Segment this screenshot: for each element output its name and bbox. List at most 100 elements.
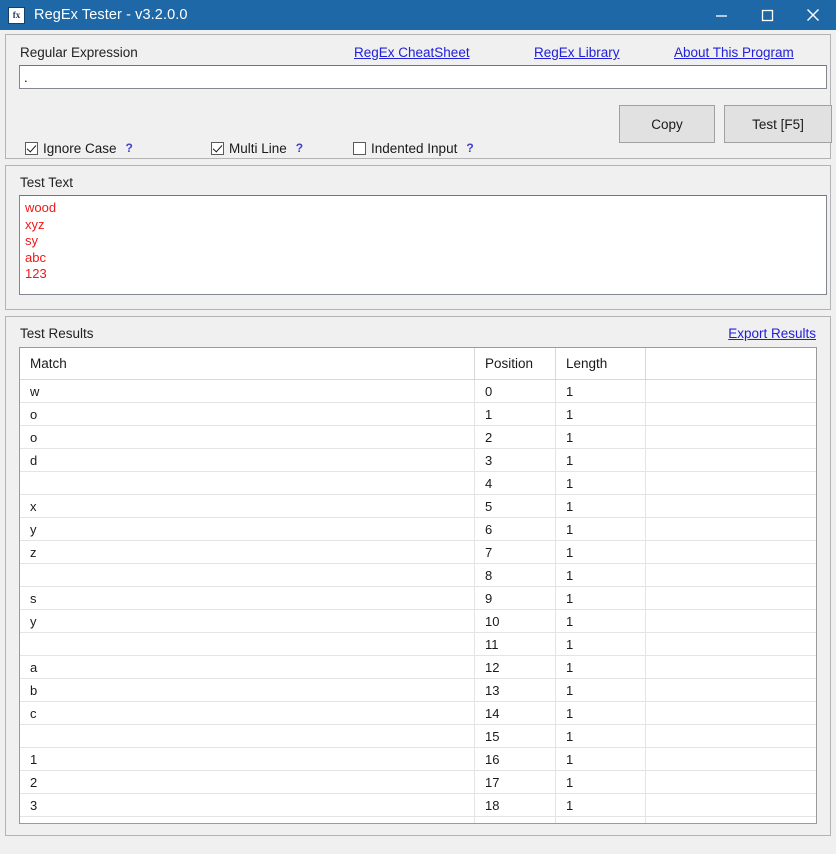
cell-position: 8 (474, 563, 556, 587)
cell-match (20, 632, 475, 656)
cell-extra (645, 747, 816, 771)
cell-length: 1 (555, 471, 646, 495)
cell-extra (645, 632, 816, 656)
table-row[interactable]: y 10 1 (20, 609, 816, 633)
cell-match: w (20, 379, 475, 403)
minimize-icon[interactable] (698, 0, 744, 30)
about-this-program-link[interactable]: About This Program (674, 45, 794, 60)
cell-match: z (20, 540, 475, 564)
table-row[interactable]: w01 (20, 379, 816, 403)
cell-match: s (20, 586, 475, 610)
cell-extra (645, 609, 816, 633)
table-row[interactable]: 41 (20, 471, 816, 495)
cell-position: 10 (474, 609, 556, 633)
cell-length (555, 816, 646, 823)
maximize-icon[interactable] (744, 0, 790, 30)
table-row[interactable]: d31 (20, 448, 816, 472)
regex-input[interactable] (19, 65, 827, 89)
cell-position: 11 (474, 632, 556, 656)
cell-length: 1 (555, 609, 646, 633)
window-title: RegEx Tester - v3.2.0.0 (34, 7, 188, 23)
column-header-length[interactable]: Length (555, 348, 646, 380)
table-row[interactable]: 81 (20, 563, 816, 587)
results-grid[interactable]: Match Position Length w01o11o21d3141x51y… (19, 347, 817, 824)
cell-extra (645, 425, 816, 449)
window-body: Regular Expression RegEx CheatSheet RegE… (0, 34, 836, 854)
checkbox-indented-input[interactable]: Indented Input ? (353, 139, 474, 157)
title-bar: fx RegEx Tester - v3.2.0.0 (0, 0, 836, 30)
cell-extra (645, 701, 816, 725)
table-row[interactable]: x51 (20, 494, 816, 518)
table-header-row: Match Position Length (20, 348, 816, 380)
cell-extra (645, 678, 816, 702)
table-row[interactable]: z71 (20, 540, 816, 564)
regex-cheatsheet-link[interactable]: RegEx CheatSheet (354, 45, 470, 60)
table-row[interactable]: 2 17 1 (20, 770, 816, 794)
table-row[interactable]: a 12 1 (20, 655, 816, 679)
cell-match: b (20, 678, 475, 702)
help-icon-ignore-case[interactable]: ? (126, 141, 133, 155)
column-header-position[interactable]: Position (474, 348, 556, 380)
cell-length: 1 (555, 563, 646, 587)
test-button[interactable]: Test [F5] (724, 105, 832, 143)
cell-match: x (20, 494, 475, 518)
table-row[interactable]: o11 (20, 402, 816, 426)
cell-extra (645, 770, 816, 794)
column-header-extra[interactable] (645, 348, 816, 380)
cell-position (474, 816, 556, 823)
cell-length: 1 (555, 540, 646, 564)
test-results-panel: Test Results Export Results Match Positi… (5, 316, 831, 836)
cell-length: 1 (555, 586, 646, 610)
cell-match: c (20, 701, 475, 725)
regex-library-link[interactable]: RegEx Library (534, 45, 620, 60)
checkbox-ignore-case[interactable]: Ignore Case ? (25, 139, 133, 157)
cell-length: 1 (555, 655, 646, 679)
copy-button[interactable]: Copy (619, 105, 715, 143)
cell-match (20, 563, 475, 587)
checkbox-ignore-case-box[interactable] (25, 141, 38, 155)
cell-match: o (20, 402, 475, 426)
cell-position: 3 (474, 448, 556, 472)
cell-extra (645, 816, 816, 823)
cell-position: 5 (474, 494, 556, 518)
cell-extra (645, 517, 816, 541)
cell-position: 1 (474, 402, 556, 426)
table-row[interactable] (20, 816, 816, 823)
cell-match: a (20, 655, 475, 679)
table-row[interactable]: y61 (20, 517, 816, 541)
cell-match: 1 (20, 747, 475, 771)
help-icon-multi-line[interactable]: ? (296, 141, 303, 155)
cell-match (20, 471, 475, 495)
close-icon[interactable] (790, 0, 836, 30)
cell-extra (645, 379, 816, 403)
test-results-label: Test Results (20, 326, 94, 341)
table-row[interactable]: b 13 1 (20, 678, 816, 702)
table-row[interactable]: 11 1 (20, 632, 816, 656)
table-row[interactable]: s91 (20, 586, 816, 610)
cell-length: 1 (555, 448, 646, 472)
checkbox-ignore-case-label: Ignore Case (43, 140, 117, 156)
cell-position: 2 (474, 425, 556, 449)
checkbox-multi-line[interactable]: Multi Line ? (211, 139, 303, 157)
export-results-link[interactable]: Export Results (728, 326, 816, 341)
cell-extra (645, 471, 816, 495)
help-links: RegEx CheatSheet RegEx Library About Thi… (6, 45, 830, 63)
table-row[interactable]: 1 16 1 (20, 747, 816, 771)
test-text-input[interactable] (19, 195, 827, 295)
table-row[interactable]: 15 1 (20, 724, 816, 748)
table-row[interactable]: o21 (20, 425, 816, 449)
cell-length: 1 (555, 701, 646, 725)
table-row[interactable]: c 14 1 (20, 701, 816, 725)
cell-extra (645, 540, 816, 564)
checkbox-multi-line-box[interactable] (211, 141, 224, 155)
cell-extra (645, 448, 816, 472)
window-controls (698, 0, 836, 30)
help-icon-indented-input[interactable]: ? (466, 141, 473, 155)
table-row[interactable]: 3 18 1 (20, 793, 816, 817)
cell-length: 1 (555, 793, 646, 817)
cell-position: 4 (474, 471, 556, 495)
checkbox-indented-input-box[interactable] (353, 141, 366, 155)
column-header-match[interactable]: Match (20, 348, 475, 380)
cell-length: 1 (555, 632, 646, 656)
cell-length: 1 (555, 678, 646, 702)
